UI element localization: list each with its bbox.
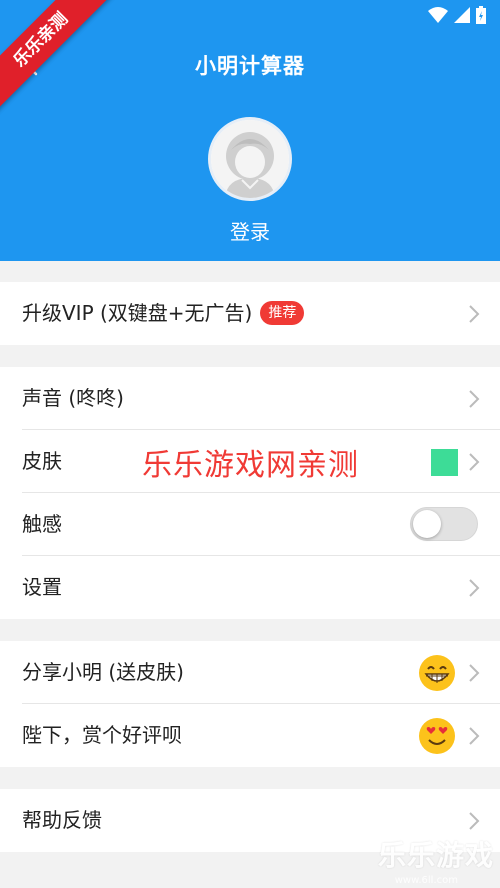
- avatar[interactable]: [208, 117, 292, 201]
- watermark-url: www.6ll.com: [394, 875, 458, 886]
- app-title: 小明计算器: [195, 54, 305, 78]
- group-preferences: 声音 (咚咚) 皮肤 触感 设置: [0, 367, 500, 619]
- default-avatar-icon: [211, 120, 289, 198]
- watermark-corner: 乐乐游戏: [377, 839, 494, 872]
- chevron-right-icon: [469, 453, 480, 471]
- upgrade-vip-row[interactable]: 升级VIP (双键盘+无广告) 推荐: [0, 282, 500, 345]
- settings-label: 设置: [22, 575, 62, 599]
- haptic-row: 触感: [0, 493, 500, 556]
- upgrade-vip-label: 升级VIP (双键盘+无广告) 推荐: [22, 282, 305, 345]
- chevron-right-icon: [469, 390, 480, 408]
- group-upgrade: 升级VIP (双键盘+无广告) 推荐: [0, 282, 500, 345]
- settings-row[interactable]: 设置: [0, 556, 500, 619]
- rate-label: 陛下，赏个好评呗: [22, 723, 182, 747]
- signal-icon: [454, 7, 470, 23]
- share-label: 分享小明 (送皮肤): [22, 660, 184, 684]
- skin-label: 皮肤: [22, 449, 62, 473]
- grin-emoji-icon: [419, 655, 455, 691]
- rate-row[interactable]: 陛下，赏个好评呗: [0, 704, 500, 767]
- haptic-label: 触感: [22, 512, 62, 536]
- upgrade-vip-text: 升级VIP (双键盘+无广告): [22, 301, 253, 325]
- heart-eyes-emoji-icon: [419, 718, 455, 754]
- sound-label: 声音 (咚咚): [22, 386, 124, 410]
- share-row[interactable]: 分享小明 (送皮肤): [0, 641, 500, 704]
- chevron-right-icon: [469, 812, 480, 830]
- header: 小明计算器 登录: [0, 0, 500, 261]
- status-icons: [428, 6, 486, 24]
- chevron-right-icon: [469, 664, 480, 682]
- group-social: 分享小明 (送皮肤) 陛下，赏个好评呗: [0, 641, 500, 767]
- watermark-center: 乐乐游戏网亲测: [142, 448, 359, 483]
- sound-row[interactable]: 声音 (咚咚): [0, 367, 500, 430]
- battery-icon: [476, 6, 486, 24]
- wifi-icon: [428, 7, 448, 23]
- chevron-right-icon: [469, 305, 480, 323]
- login-link[interactable]: 登录: [0, 216, 500, 245]
- chevron-right-icon: [469, 727, 480, 745]
- toggle-knob: [413, 510, 441, 538]
- skin-color-swatch: [431, 449, 458, 476]
- help-feedback-label: 帮助反馈: [22, 808, 102, 832]
- haptic-toggle[interactable]: [410, 507, 478, 541]
- recommend-badge: 推荐: [260, 300, 305, 325]
- chevron-right-icon: [469, 579, 480, 597]
